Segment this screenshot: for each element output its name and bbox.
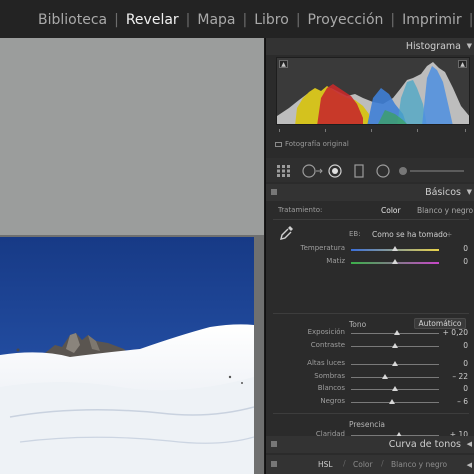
presence-section-label: Presencia — [349, 420, 386, 429]
slider-handle[interactable] — [392, 342, 398, 348]
red-eye-icon[interactable] — [328, 163, 342, 182]
module-proyeccion[interactable]: Proyección — [308, 12, 384, 28]
module-separator: | — [295, 12, 301, 28]
slider-value[interactable]: 0 — [442, 384, 468, 393]
histogram-graph — [277, 62, 469, 124]
treatment-color-option[interactable]: Color — [381, 206, 401, 215]
module-mapa[interactable]: Mapa — [197, 12, 235, 28]
module-biblioteca[interactable]: Biblioteca — [38, 12, 107, 28]
slider-value[interactable]: 0 — [442, 359, 468, 368]
slider-handle[interactable] — [392, 258, 398, 264]
spot-removal-icon[interactable] — [302, 163, 324, 182]
radial-filter-icon[interactable] — [376, 163, 390, 182]
panel-switch-icon[interactable] — [271, 441, 277, 447]
highlight-clipping-icon[interactable]: ▲ — [458, 60, 467, 68]
module-picker-bar: Biblioteca | Revelar | Mapa | Libro | Pr… — [0, 0, 474, 38]
slider-label: Altas luces — [307, 359, 345, 367]
tab-separator: / — [381, 459, 384, 468]
slider-handle[interactable] — [389, 398, 396, 404]
panel-switch-icon[interactable] — [271, 461, 277, 467]
tone-section-label: Tono — [349, 320, 367, 329]
slider-handle[interactable] — [392, 386, 398, 391]
histogram-tick-marks — [279, 127, 469, 135]
slider-label: Blancos — [317, 384, 345, 392]
histogram-panel-header[interactable]: Histograma ▼ — [266, 38, 474, 55]
expand-triangle-icon[interactable]: ◀ — [467, 461, 472, 469]
module-revelar[interactable]: Revelar — [126, 12, 179, 28]
divider — [273, 219, 469, 220]
image-preview-area[interactable] — [0, 38, 264, 474]
slider-label: Matiz — [326, 256, 345, 265]
slider-handle[interactable] — [392, 246, 398, 251]
slider-value[interactable]: 0 — [442, 244, 468, 253]
slider-track[interactable] — [351, 376, 439, 378]
auto-tone-button[interactable]: Automático — [414, 318, 466, 329]
slider-value[interactable]: + 0,20 — [442, 328, 468, 337]
tab-separator: / — [343, 459, 346, 468]
collapse-triangle-icon[interactable]: ▼ — [467, 188, 472, 196]
panel-switch-icon[interactable] — [271, 189, 277, 195]
histogram-title: Histograma — [405, 41, 461, 52]
tone-curve-panel-header[interactable]: Curva de tonos ◀ — [266, 436, 474, 453]
original-photo-label: Fotografía original — [285, 140, 349, 148]
original-photo-row[interactable]: Fotografía original — [275, 140, 349, 148]
photo-preview[interactable] — [0, 237, 254, 474]
tone-curve-title: Curva de tonos — [388, 439, 461, 450]
basic-panel-header[interactable]: Básicos ▼ — [266, 184, 474, 201]
tab-hsl[interactable]: HSL — [318, 460, 333, 469]
slider-value[interactable]: 0 — [442, 257, 468, 266]
treatment-bw-option[interactable]: Blanco y negro — [417, 206, 473, 215]
module-separator: | — [242, 12, 248, 28]
wb-dropdown-arrows-icon[interactable]: ÷ — [446, 230, 452, 239]
develop-right-panel: Histograma ▼ ▲ ▲ Fotografía original Bás… — [265, 38, 474, 474]
slider-label: Negros — [320, 396, 345, 405]
slider-value[interactable]: – 22 — [442, 372, 468, 381]
adjustment-brush-icon[interactable] — [398, 163, 466, 182]
basic-title: Básicos — [425, 187, 461, 198]
slider-handle[interactable] — [382, 373, 389, 379]
treatment-label: Tratamiento: — [278, 206, 323, 214]
slider-label: Sombras — [314, 371, 345, 380]
module-list: Biblioteca | Revelar | Mapa | Libro | Pr… — [38, 12, 474, 28]
slider-label: Exposición — [307, 328, 345, 336]
photo-icon — [275, 141, 282, 147]
wb-label: EB: — [349, 230, 361, 238]
eyedropper-icon[interactable] — [280, 225, 294, 245]
develop-tool-strip — [266, 158, 474, 182]
slider-handle[interactable] — [393, 330, 400, 335]
hsl-panel-header: HSL / Color / Blanco y negro ◀ — [266, 455, 474, 474]
module-libro[interactable]: Libro — [254, 12, 289, 28]
module-separator: | — [185, 12, 191, 28]
module-separator: | — [114, 12, 119, 28]
divider — [273, 313, 469, 314]
crop-grid-icon[interactable] — [276, 163, 292, 182]
histogram-chart[interactable]: ▲ ▲ — [276, 57, 470, 125]
snow-mountain-photo — [0, 237, 254, 474]
module-separator: | — [468, 12, 474, 28]
graduated-filter-icon[interactable] — [354, 163, 364, 182]
slider-handle[interactable] — [392, 361, 398, 366]
slider-label: Contraste — [310, 340, 345, 349]
wb-value[interactable]: Como se ha tomado — [372, 230, 448, 239]
slider-value[interactable]: 0 — [442, 341, 468, 350]
divider — [273, 413, 469, 414]
tab-blanco-y-negro[interactable]: Blanco y negro — [391, 460, 447, 469]
tab-color[interactable]: Color — [353, 460, 373, 469]
expand-triangle-icon[interactable]: ◀ — [467, 440, 472, 448]
collapse-triangle-icon[interactable]: ▼ — [467, 42, 472, 50]
module-imprimir[interactable]: Imprimir — [402, 12, 462, 28]
slider-label: Temperatura — [300, 244, 345, 252]
module-separator: | — [390, 12, 396, 28]
slider-value[interactable]: – 6 — [442, 397, 468, 406]
shadow-clipping-icon[interactable]: ▲ — [279, 60, 288, 68]
